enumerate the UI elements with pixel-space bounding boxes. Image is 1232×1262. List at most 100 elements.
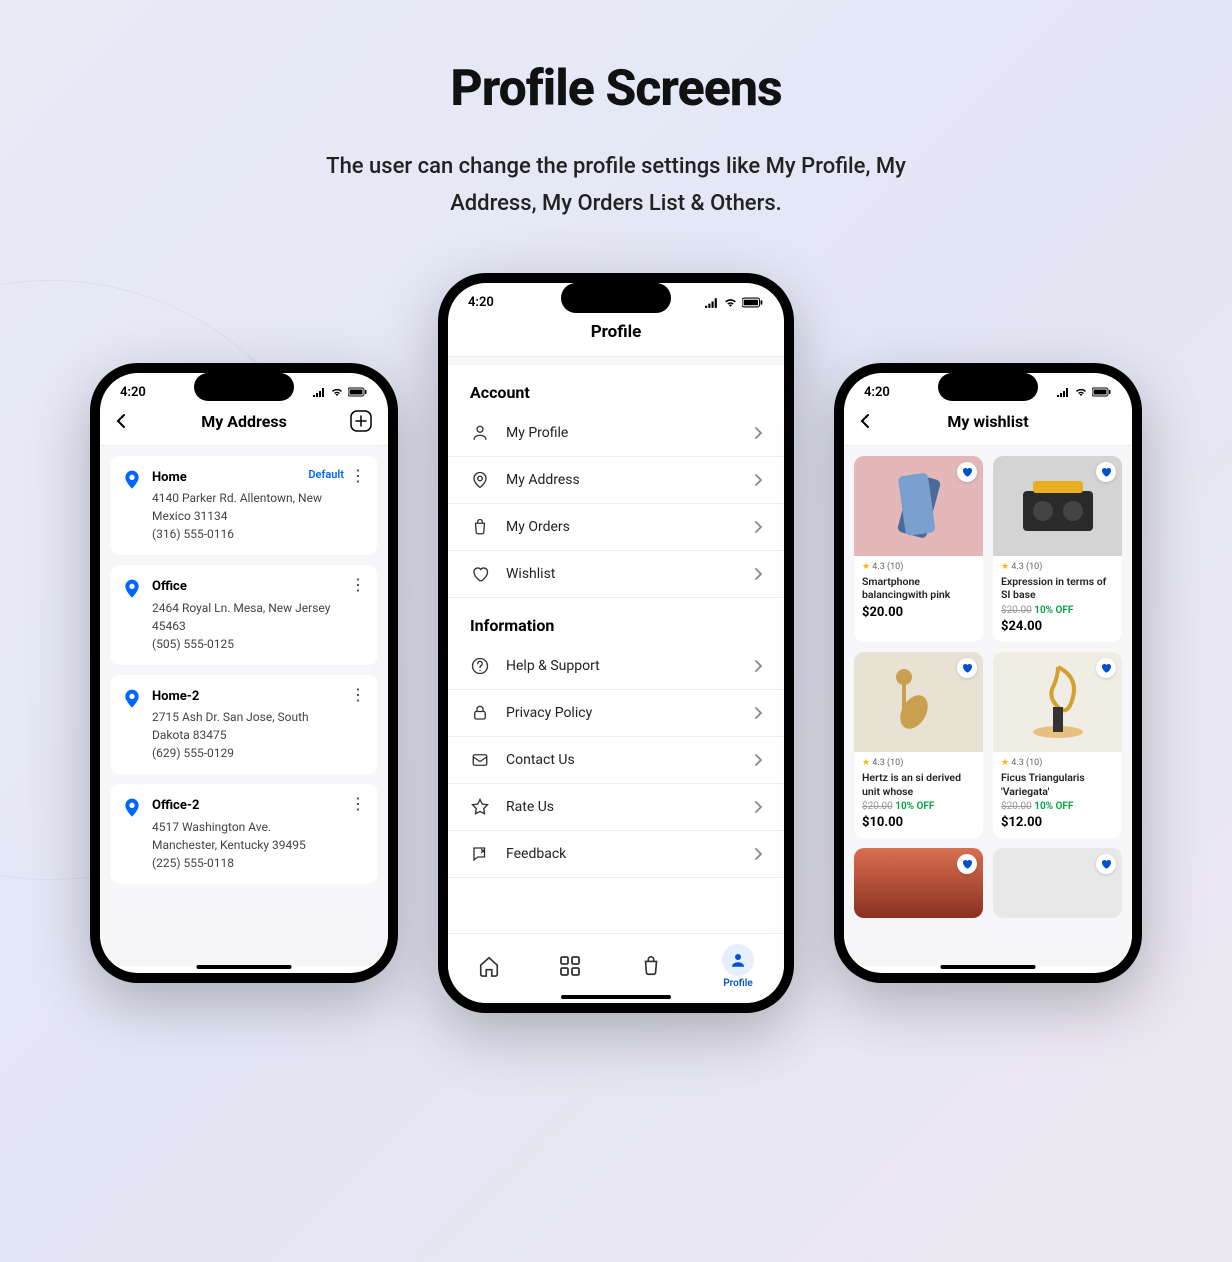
chevron-right-icon: [754, 473, 762, 487]
account-row[interactable]: My Address: [448, 457, 784, 504]
location-icon: [124, 579, 142, 597]
wishlist-card[interactable]: [993, 848, 1122, 918]
chevron-right-icon: [754, 426, 762, 440]
address-name: Home-2: [152, 687, 364, 707]
location-icon: [124, 798, 142, 816]
more-icon[interactable]: ⋮: [350, 466, 366, 485]
menu-icon: [470, 518, 490, 536]
menu-label: Rate Us: [506, 799, 738, 815]
heart-icon[interactable]: [1096, 658, 1116, 678]
menu-label: Help & Support: [506, 658, 738, 674]
menu-icon: [470, 845, 490, 863]
menu-icon: [470, 424, 490, 442]
product-title: Smartphone balancingwith pink: [862, 575, 975, 602]
address-phone: (316) 555-0116: [152, 525, 364, 543]
wishlist-card[interactable]: ★ 4.3 (10) Hertz is an si derived unit w…: [854, 652, 983, 838]
product-title: Ficus Triangularis 'Variegata': [1001, 771, 1114, 798]
status-icons: [704, 297, 764, 308]
status-time: 4:20: [120, 385, 146, 400]
more-icon[interactable]: ⋮: [350, 575, 366, 594]
address-phone: (629) 555-0129: [152, 744, 364, 762]
address-name: Office: [152, 577, 364, 597]
back-button[interactable]: [860, 413, 870, 429]
info-row[interactable]: Help & Support: [448, 643, 784, 690]
section-account: Account: [448, 365, 784, 410]
screen-title: Profile: [591, 322, 642, 342]
discount-badge: 10% OFF: [895, 801, 934, 812]
address-line: Manchester, Kentucky 39495: [152, 836, 364, 854]
menu-label: My Address: [506, 472, 738, 488]
account-row[interactable]: Wishlist: [448, 551, 784, 598]
address-card[interactable]: Office-2 4517 Washington Ave. Manchester…: [110, 784, 378, 884]
screen-title: My Address: [201, 412, 287, 431]
add-button[interactable]: [350, 410, 372, 432]
info-row[interactable]: Rate Us: [448, 784, 784, 831]
nav-home[interactable]: [478, 955, 500, 977]
old-price: $20.00: [1001, 801, 1032, 812]
address-line: 2715 Ash Dr. San Jose, South: [152, 708, 364, 726]
nav-cart[interactable]: [640, 955, 662, 977]
default-badge: Default: [308, 468, 344, 481]
status-icons: [1056, 387, 1112, 397]
info-row[interactable]: Feedback: [448, 831, 784, 878]
address-line: 45463: [152, 617, 364, 635]
info-row[interactable]: Privacy Policy: [448, 690, 784, 737]
address-card[interactable]: Home-2 2715 Ash Dr. San Jose, South Dako…: [110, 675, 378, 775]
account-row[interactable]: My Profile: [448, 410, 784, 457]
menu-icon: [470, 565, 490, 583]
info-row[interactable]: Contact Us: [448, 737, 784, 784]
heart-icon[interactable]: [957, 462, 977, 482]
nav-profile[interactable]: Profile: [722, 944, 754, 989]
product-rating: ★ 4.3 (10): [1001, 562, 1114, 572]
menu-label: Contact Us: [506, 752, 738, 768]
chevron-right-icon: [754, 706, 762, 720]
wishlist-card[interactable]: [854, 848, 983, 918]
chevron-right-icon: [754, 753, 762, 767]
page-subtitle: The user can change the profile settings…: [0, 148, 1232, 223]
menu-label: Feedback: [506, 846, 738, 862]
heart-icon[interactable]: [957, 854, 977, 874]
heart-icon[interactable]: [1096, 854, 1116, 874]
more-icon[interactable]: ⋮: [350, 685, 366, 704]
address-line: Mexico 31134: [152, 507, 364, 525]
wishlist-card[interactable]: ★ 4.3 (10) Ficus Triangularis 'Variegata…: [993, 652, 1122, 838]
location-icon: [124, 689, 142, 707]
status-icons: [312, 387, 368, 397]
product-price: $20.00: [862, 605, 975, 620]
wishlist-card[interactable]: ★ 4.3 (10) Smartphone balancingwith pink…: [854, 456, 983, 642]
product-rating: ★ 4.3 (10): [862, 562, 975, 572]
phone-wishlist: 4:20 My wishlist ★ 4.3 (: [834, 363, 1142, 983]
wishlist-card[interactable]: ★ 4.3 (10) Expression in terms of SI bas…: [993, 456, 1122, 642]
heart-icon[interactable]: [1096, 462, 1116, 482]
old-price: $20.00: [862, 801, 893, 812]
screen-title: My wishlist: [947, 412, 1028, 431]
menu-label: My Orders: [506, 519, 738, 535]
chevron-right-icon: [754, 800, 762, 814]
phone-profile: 4:20 Profile Account My Profile My Add: [438, 273, 794, 1013]
status-time: 4:20: [468, 295, 494, 310]
product-rating: ★ 4.3 (10): [862, 758, 975, 768]
address-phone: (505) 555-0125: [152, 635, 364, 653]
heart-icon[interactable]: [957, 658, 977, 678]
address-line: Dakota 83475: [152, 726, 364, 744]
chevron-right-icon: [754, 567, 762, 581]
chevron-right-icon: [754, 847, 762, 861]
address-line: 2464 Royal Ln. Mesa, New Jersey: [152, 599, 364, 617]
back-button[interactable]: [116, 413, 126, 429]
product-price: $10.00: [862, 815, 975, 830]
nav-categories[interactable]: [560, 956, 580, 976]
account-row[interactable]: My Orders: [448, 504, 784, 551]
page-title: Profile Screens: [0, 60, 1232, 118]
product-title: Expression in terms of SI base: [1001, 575, 1114, 602]
menu-label: Privacy Policy: [506, 705, 738, 721]
address-name: Office-2: [152, 796, 364, 816]
menu-label: My Profile: [506, 425, 738, 441]
address-line: 4140 Parker Rd. Allentown, New: [152, 489, 364, 507]
address-card[interactable]: Office 2464 Royal Ln. Mesa, New Jersey 4…: [110, 565, 378, 665]
old-price: $20.00: [1001, 605, 1032, 616]
discount-badge: 10% OFF: [1034, 605, 1073, 616]
address-phone: (225) 555-0118: [152, 854, 364, 872]
more-icon[interactable]: ⋮: [350, 794, 366, 813]
address-card[interactable]: Home 4140 Parker Rd. Allentown, New Mexi…: [110, 456, 378, 556]
menu-icon: [470, 657, 490, 675]
